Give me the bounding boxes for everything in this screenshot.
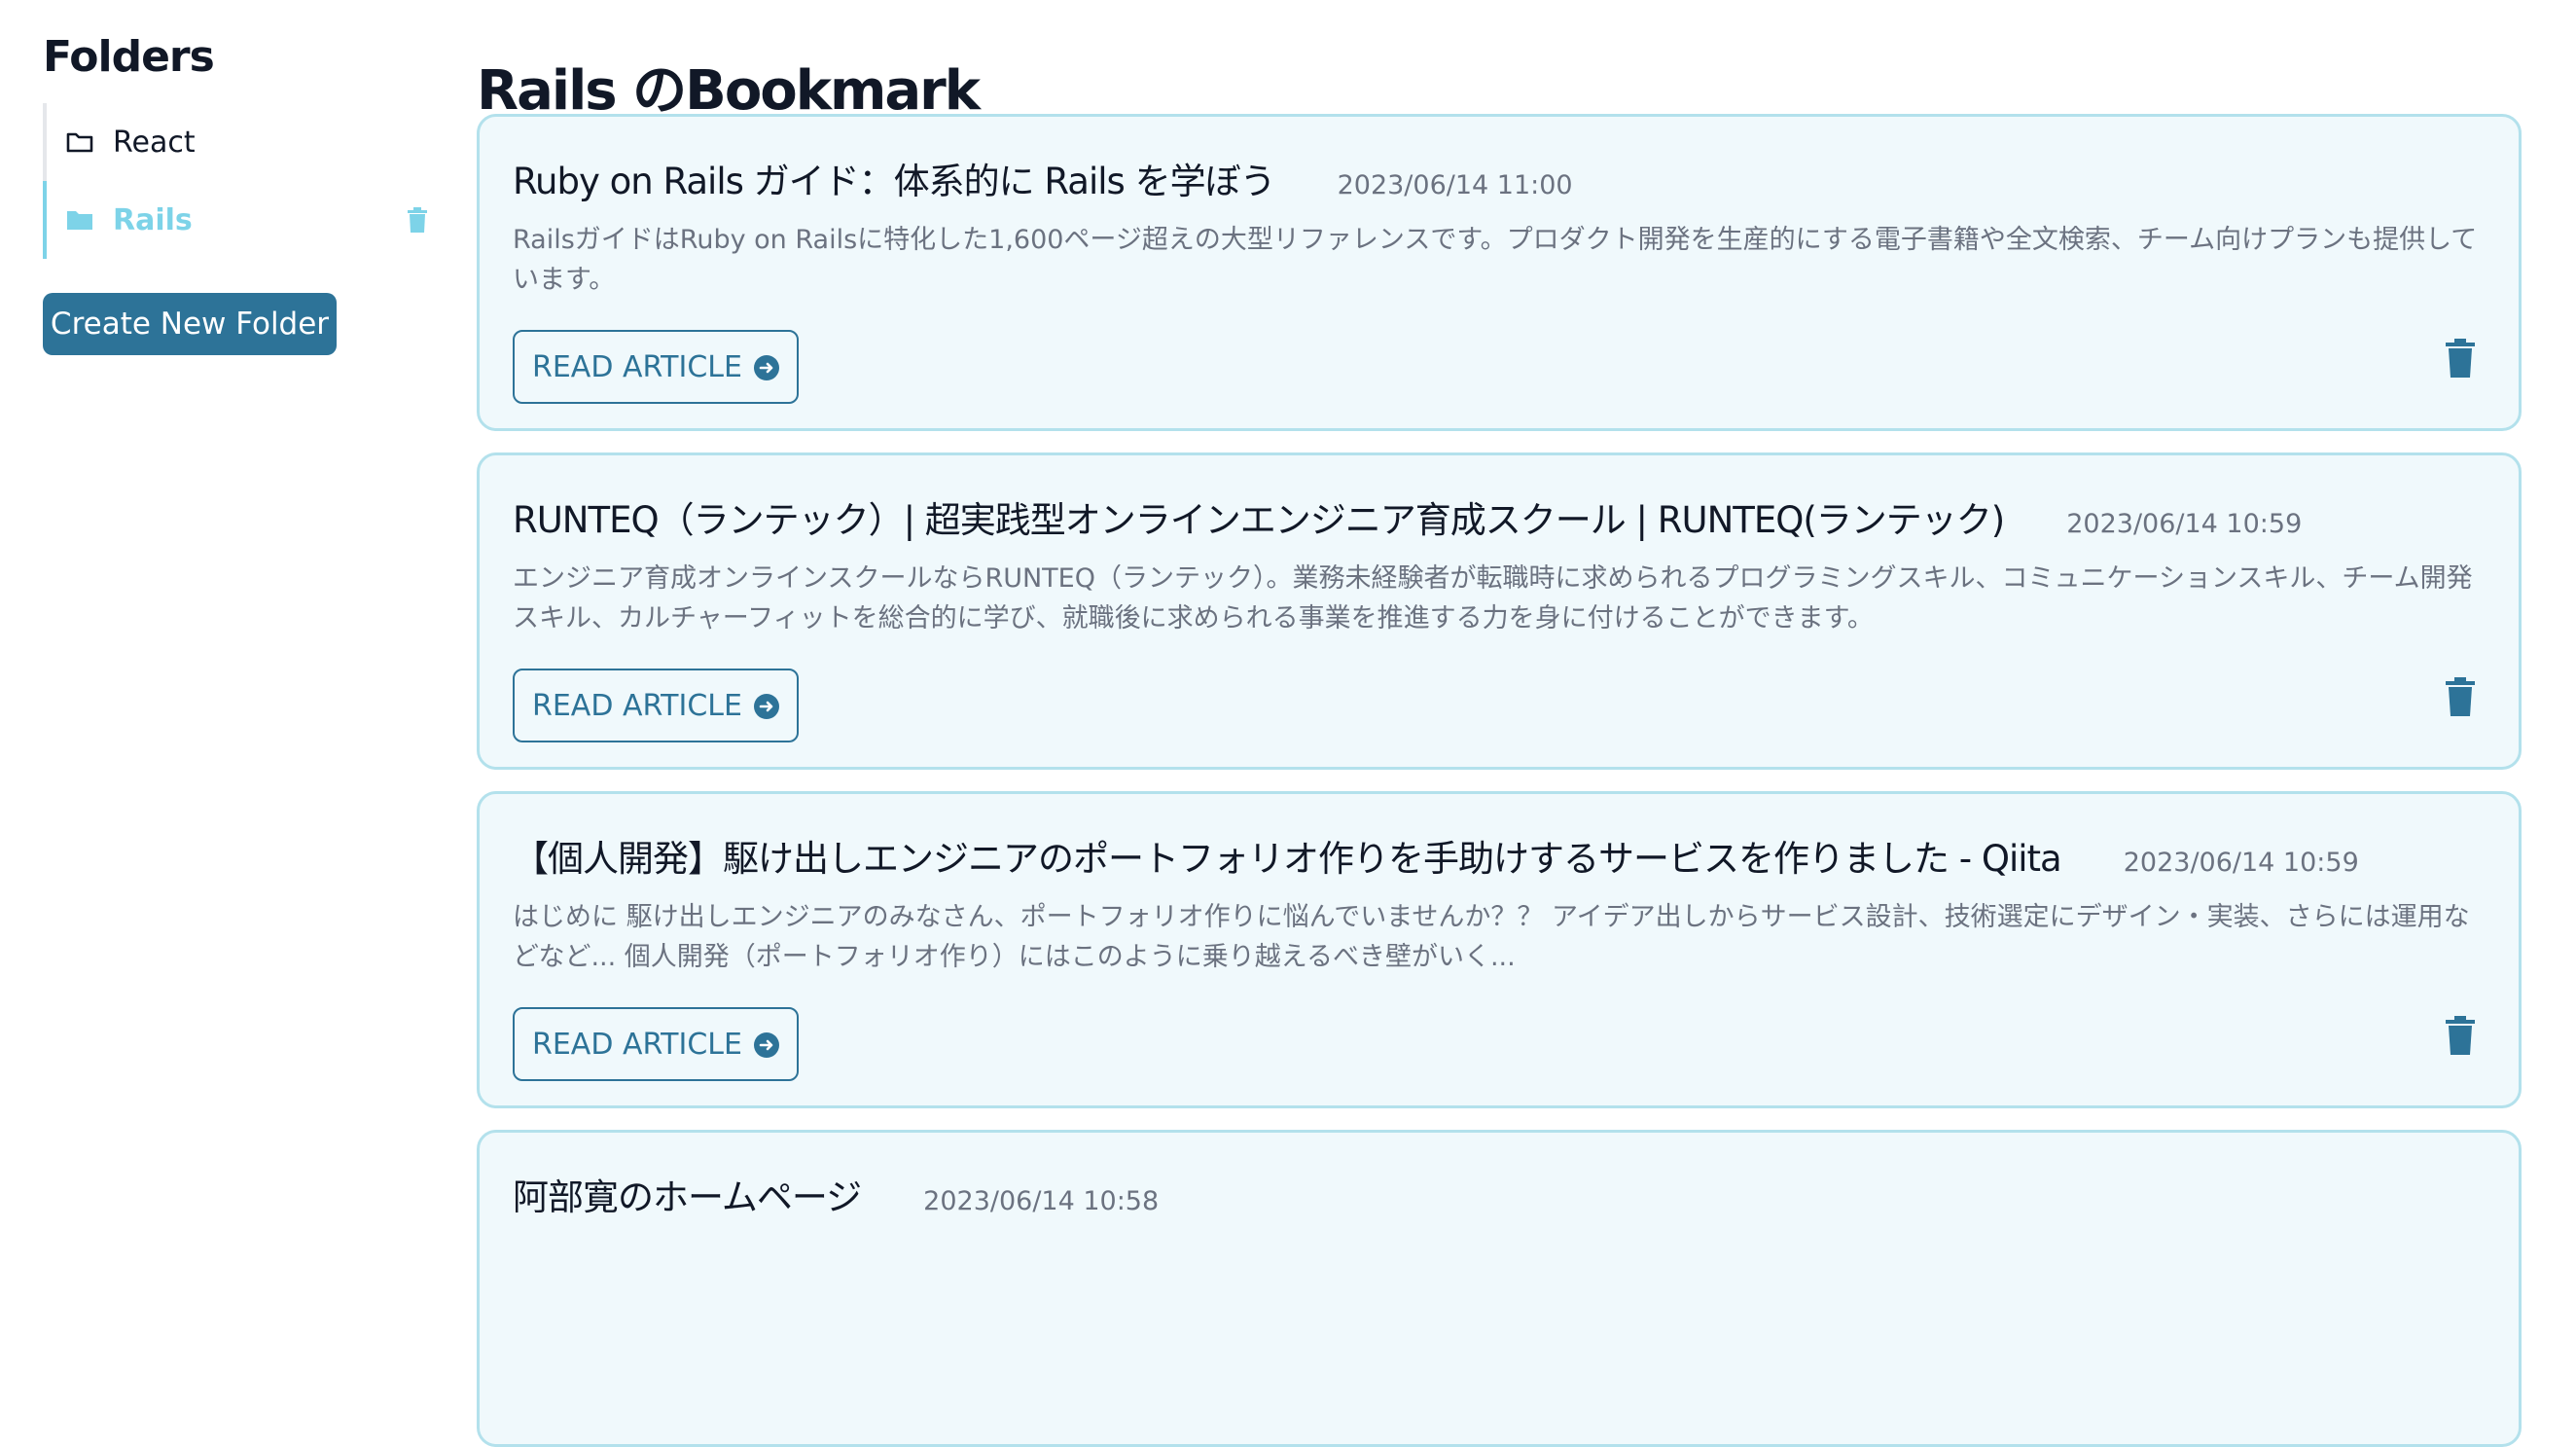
folder-icon — [66, 131, 93, 153]
folders-title: Folders — [43, 32, 215, 82]
bookmark-card: RUNTEQ（ランテック）| 超実践型オンラインエンジニア育成スクール | RU… — [477, 452, 2522, 770]
read-article-label: READ ARTICLE — [532, 1027, 742, 1062]
bookmark-description: RailsガイドはRuby on Railsに特化した1,600ページ超えの大型… — [513, 225, 2478, 295]
trash-icon[interactable] — [2445, 677, 2476, 716]
bookmark-title: 阿部寛のホームページ — [513, 1176, 862, 1218]
folder-filled-icon — [66, 209, 93, 231]
create-new-folder-button[interactable]: Create New Folder — [43, 293, 337, 355]
read-article-button[interactable]: READ ARTICLE — [513, 669, 799, 742]
folder-item-react[interactable]: React — [43, 103, 428, 181]
trash-icon[interactable] — [2445, 1016, 2476, 1055]
bookmark-date: 2023/06/14 10:59 — [2066, 509, 2303, 539]
read-article-label: READ ARTICLE — [532, 688, 742, 723]
bookmark-description: はじめに 駆け出しエンジニアのみなさん、ポートフォリオ作りに悩んでいませんか？？… — [513, 902, 2470, 972]
bookmark-date: 2023/06/14 10:59 — [2123, 848, 2359, 878]
bookmark-card: 【個人開発】駆け出しエンジニアのポートフォリオ作りを手助けするサービスを作りまし… — [477, 791, 2522, 1108]
read-article-button[interactable]: READ ARTICLE — [513, 330, 799, 404]
arrow-circle-right-icon — [753, 693, 779, 719]
card-header: 阿部寛のホームページ 2023/06/14 10:58 — [513, 1168, 2489, 1220]
bookmark-description: エンジニア育成オンラインスクールならRUNTEQ（ランテック）。業務未経験者が転… — [513, 563, 2473, 633]
read-article-label: READ ARTICLE — [532, 349, 742, 384]
bookmark-card: Ruby on Rails ガイド：体系的に Rails を学ぼう 2023/0… — [477, 114, 2522, 431]
folder-list: React Rails — [43, 103, 428, 259]
folder-label: Rails — [113, 202, 193, 237]
folder-item-rails[interactable]: Rails — [43, 181, 428, 259]
arrow-circle-right-icon — [753, 354, 779, 380]
arrow-circle-right-icon — [753, 1031, 779, 1058]
card-header: Ruby on Rails ガイド：体系的に Rails を学ぼう 2023/0… — [513, 152, 2489, 204]
bookmark-card: 阿部寛のホームページ 2023/06/14 10:58 — [477, 1130, 2522, 1447]
card-header: 【個人開発】駆け出しエンジニアのポートフォリオ作りを手助けするサービスを作りまし… — [513, 829, 2489, 882]
trash-icon[interactable] — [407, 207, 428, 233]
bookmark-title: Ruby on Rails ガイド：体系的に Rails を学ぼう — [513, 161, 1276, 202]
card-header: RUNTEQ（ランテック）| 超実践型オンラインエンジニア育成スクール | RU… — [513, 490, 2489, 543]
folder-label: React — [113, 125, 196, 160]
bookmark-date: 2023/06/14 11:00 — [1337, 170, 1573, 200]
read-article-button[interactable]: READ ARTICLE — [513, 1007, 799, 1081]
bookmark-date: 2023/06/14 10:58 — [923, 1186, 1160, 1216]
bookmark-title: RUNTEQ（ランテック）| 超実践型オンラインエンジニア育成スクール | RU… — [513, 499, 2005, 541]
trash-icon[interactable] — [2445, 339, 2476, 378]
bookmark-title: 【個人開発】駆け出しエンジニアのポートフォリオ作りを手助けするサービスを作りまし… — [513, 838, 2062, 880]
